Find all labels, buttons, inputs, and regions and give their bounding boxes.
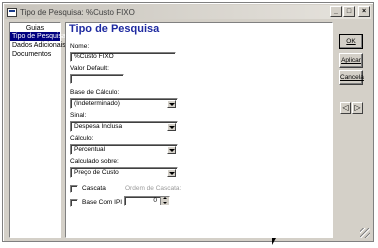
guia-item-tipo-de-pesquisa[interactable]: Tipo de Pesquisa xyxy=(10,32,66,41)
chevron-down-icon[interactable] xyxy=(167,169,176,177)
guia-item-dados-adicionais[interactable]: Dados Adicionais xyxy=(10,41,66,50)
mouse-cursor-icon xyxy=(272,238,276,245)
dialog-window: Tipo de Pesquisa: %Custo FIXO _ □ × Guia… xyxy=(2,2,374,242)
form-title: Tipo de Pesquisa xyxy=(69,23,160,35)
calculado-sobre-value: Preço de Custo xyxy=(74,169,119,176)
cancela-button[interactable]: Cancela xyxy=(339,70,364,85)
calculo-value: Percentual xyxy=(74,146,106,153)
sinal-label: Sinal: xyxy=(70,112,87,119)
sinal-select[interactable]: Despesa Inclusa xyxy=(70,121,178,132)
valor-default-label: Valor Default: xyxy=(70,65,109,72)
window-controls: _ □ × xyxy=(330,6,370,17)
cascata-checkbox[interactable] xyxy=(70,185,78,193)
guias-panel: Guias Tipo de Pesquisa Dados Adicionais … xyxy=(9,22,66,238)
base-calculo-label: Base de Cálculo: xyxy=(70,89,120,96)
guia-item-documentos[interactable]: Documentos xyxy=(10,50,60,59)
guias-title: Guias xyxy=(25,25,45,32)
sinal-value: Despesa Inclusa xyxy=(74,123,123,130)
form-panel: Tipo de Pesquisa Nome: %Custo FIXO Valor… xyxy=(65,22,333,238)
navigation-buttons: ◁ ▷ xyxy=(340,102,364,115)
title-bar[interactable]: Tipo de Pesquisa: %Custo FIXO _ □ × xyxy=(5,5,371,19)
valor-default-input[interactable] xyxy=(70,74,124,84)
chevron-down-icon[interactable] xyxy=(167,100,176,108)
ok-button[interactable]: OK xyxy=(339,34,363,49)
base-calculo-select[interactable]: (Indeterminado) xyxy=(70,98,178,109)
aplicar-button[interactable]: Aplicar xyxy=(339,53,363,68)
calculo-label: Cálculo: xyxy=(70,135,94,142)
next-record-icon[interactable]: ▷ xyxy=(352,102,363,114)
calculado-sobre-label: Calculado sobre: xyxy=(70,158,119,165)
spin-arrows-icon[interactable] xyxy=(160,197,169,205)
app-icon xyxy=(7,7,17,17)
base-com-ipi-checkbox[interactable] xyxy=(70,199,78,207)
window-title: Tipo de Pesquisa: %Custo FIXO xyxy=(20,7,135,17)
close-button[interactable]: × xyxy=(358,6,370,17)
chevron-down-icon[interactable] xyxy=(167,146,176,154)
calculado-sobre-select[interactable]: Preço de Custo xyxy=(70,167,178,178)
nome-input[interactable]: %Custo FIXO xyxy=(70,52,176,62)
minimize-button[interactable]: _ xyxy=(330,6,342,17)
resize-grip-icon[interactable] xyxy=(360,228,370,238)
base-com-ipi-label: Base Com IPI xyxy=(82,199,123,206)
nome-label: Nome: xyxy=(70,43,90,50)
ordem-cascata-label: Ordem de Cascata: xyxy=(125,185,182,192)
previous-record-icon[interactable]: ◁ xyxy=(340,102,351,114)
base-calculo-value: (Indeterminado) xyxy=(74,100,120,107)
cascata-label: Cascata xyxy=(82,185,106,192)
ordem-cascata-stepper[interactable]: 0 xyxy=(124,196,170,206)
calculo-select[interactable]: Percentual xyxy=(70,144,178,155)
ordem-cascata-value: 0 xyxy=(153,197,157,204)
chevron-down-icon[interactable] xyxy=(167,123,176,131)
maximize-button[interactable]: □ xyxy=(343,6,355,17)
